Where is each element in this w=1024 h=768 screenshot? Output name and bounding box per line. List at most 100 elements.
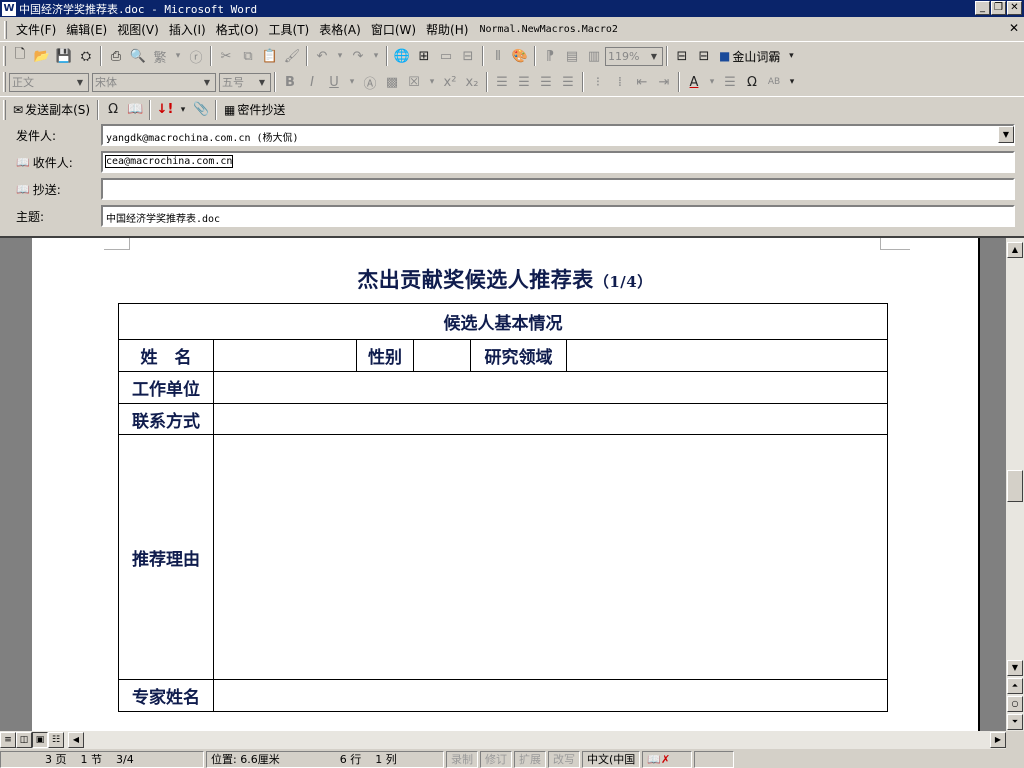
print-preview-icon[interactable]: 🔍: [127, 45, 149, 67]
reason-value-cell[interactable]: [213, 434, 888, 680]
web-view-icon[interactable]: ◫: [16, 732, 32, 748]
superscript-icon[interactable]: x²: [439, 71, 461, 93]
address-book-icon[interactable]: 📖: [16, 156, 30, 169]
scroll-up-icon[interactable]: ▲: [1007, 242, 1023, 258]
redo-icon[interactable]: ↷: [347, 45, 369, 67]
format-painter-icon[interactable]: 🖌: [281, 45, 303, 67]
workplace-value-cell[interactable]: [213, 371, 888, 404]
research-icon[interactable]: ⓡ: [185, 45, 207, 67]
importance-icon[interactable]: ↓!: [154, 99, 176, 121]
toolbar-grip[interactable]: [3, 46, 6, 66]
gender-value-cell[interactable]: [413, 339, 471, 372]
save-icon[interactable]: 💾: [53, 45, 75, 67]
menu-tools[interactable]: 工具(T): [264, 21, 315, 38]
field-label-cell[interactable]: 研究领域: [470, 339, 567, 372]
numbering-icon[interactable]: ⁝: [587, 71, 609, 93]
paste-icon[interactable]: 📋: [259, 45, 281, 67]
contact-value-cell[interactable]: [213, 403, 888, 435]
name-value-cell[interactable]: [213, 339, 357, 372]
bold-icon[interactable]: B: [279, 71, 301, 93]
align-right-icon[interactable]: ☰: [535, 71, 557, 93]
status-language[interactable]: 中文(中国: [582, 750, 641, 768]
from-field[interactable]: yangdk@macrochina.com.cn (杨大侃): [101, 124, 1015, 146]
workplace-label-cell[interactable]: 工作单位: [118, 371, 214, 404]
scroll-left-icon[interactable]: ◀: [68, 732, 84, 748]
address-book-icon[interactable]: 📖: [124, 99, 146, 121]
address-book-icon[interactable]: 📖: [16, 183, 30, 196]
chevron-down-icon[interactable]: ▼: [255, 75, 269, 90]
menu-edit[interactable]: 编辑(E): [61, 21, 112, 38]
style-combo[interactable]: 正文 ▼: [9, 72, 89, 92]
columns-icon[interactable]: ⫴: [487, 45, 509, 67]
hyperlink-icon[interactable]: 🌐: [391, 45, 413, 67]
menu-format[interactable]: 格式(O): [211, 21, 264, 38]
font-color-dropdown-icon[interactable]: ▾: [705, 71, 719, 93]
arrange-window-icon[interactable]: ⊟: [693, 45, 715, 67]
chevron-down-icon[interactable]: ▼: [998, 126, 1014, 143]
spelling-icon[interactable]: 繁: [149, 45, 171, 67]
scroll-thumb[interactable]: [1007, 470, 1023, 502]
previous-page-icon[interactable]: ⏶: [1007, 678, 1023, 694]
cc-field[interactable]: [101, 178, 1015, 200]
char-border-icon[interactable]: Ⓐ: [359, 71, 381, 93]
status-ext[interactable]: 扩展: [514, 750, 546, 768]
undo-dropdown-icon[interactable]: ▾: [333, 45, 347, 67]
char-spacing-icon[interactable]: AB: [763, 71, 785, 93]
word-icon[interactable]: W: [2, 1, 16, 16]
menu-view[interactable]: 视图(V): [112, 21, 164, 38]
toolbar-grip[interactable]: [3, 99, 6, 120]
size-combo[interactable]: 五号 ▼: [219, 72, 271, 92]
chevron-down-icon[interactable]: ▼: [647, 49, 661, 64]
normal-view-icon[interactable]: ≡: [0, 732, 16, 748]
print-icon[interactable]: ⎙: [105, 45, 127, 67]
insert-table-icon[interactable]: ▭: [435, 45, 457, 67]
close-button[interactable]: ✕: [1007, 1, 1022, 15]
show-hide-icon[interactable]: ▤: [561, 45, 583, 67]
contact-label-cell[interactable]: 联系方式: [118, 403, 214, 435]
importance-dropdown-icon[interactable]: ▾: [176, 99, 190, 121]
increase-indent-icon[interactable]: ⇥: [653, 71, 675, 93]
align-left-icon[interactable]: ☰: [491, 71, 513, 93]
permission-icon[interactable]: ⛭: [75, 45, 97, 67]
italic-icon[interactable]: I: [301, 71, 323, 93]
outline-view-icon[interactable]: ☷: [48, 732, 64, 748]
char-shading-icon[interactable]: ▩: [381, 71, 403, 93]
vertical-scrollbar[interactable]: ▲ ▼ ⏶ ○ ⏷: [1006, 236, 1024, 731]
copy-icon[interactable]: ⧉: [237, 45, 259, 67]
menu-window[interactable]: 窗口(W): [366, 21, 421, 38]
menu-help[interactable]: 帮助(H): [421, 21, 473, 38]
section-header-cell[interactable]: 候选人基本情况: [118, 303, 888, 340]
insert-excel-icon[interactable]: ⊟: [457, 45, 479, 67]
undo-icon[interactable]: ↶: [311, 45, 333, 67]
page-view-icon[interactable]: ▣: [32, 732, 48, 748]
name-label-cell[interactable]: 姓 名: [118, 339, 214, 372]
char-scale-dropdown-icon[interactable]: ▾: [425, 71, 439, 93]
spelling-dropdown-icon[interactable]: ▾: [171, 45, 185, 67]
toolbar-options-icon[interactable]: ▾: [784, 45, 798, 67]
align-center-icon[interactable]: ☰: [513, 71, 535, 93]
font-combo[interactable]: 宋体 ▼: [92, 72, 216, 92]
document-map-icon[interactable]: ⁋: [539, 45, 561, 67]
underline-icon[interactable]: U: [323, 71, 345, 93]
next-page-icon[interactable]: ⏷: [1007, 714, 1023, 730]
document-close-icon[interactable]: ✕: [1007, 22, 1021, 36]
chevron-down-icon[interactable]: ▼: [73, 75, 87, 90]
font-color-icon[interactable]: A: [683, 71, 705, 93]
decrease-indent-icon[interactable]: ⇤: [631, 71, 653, 93]
minimize-button[interactable]: _: [975, 1, 990, 15]
menu-table[interactable]: 表格(A): [314, 21, 366, 38]
scroll-right-icon[interactable]: ▶: [990, 732, 1006, 748]
drawing-icon[interactable]: 🎨: [509, 45, 531, 67]
phonetic-icon[interactable]: ☰: [719, 71, 741, 93]
toolbar-grip[interactable]: [3, 72, 6, 92]
field-value-cell[interactable]: [566, 339, 888, 372]
bcc-button[interactable]: ▦ 密件抄送: [220, 101, 289, 118]
subscript-icon[interactable]: x₂: [461, 71, 483, 93]
menu-file[interactable]: 文件(F): [11, 21, 61, 38]
restore-button[interactable]: ❐: [991, 1, 1006, 15]
subject-field[interactable]: 中国经济学奖推荐表.doc: [101, 205, 1015, 227]
toolbar-options-icon[interactable]: ▾: [785, 71, 799, 93]
scroll-down-icon[interactable]: ▼: [1007, 660, 1023, 676]
symbol-icon[interactable]: Ω: [741, 71, 763, 93]
select-browse-object-icon[interactable]: ○: [1007, 696, 1023, 712]
